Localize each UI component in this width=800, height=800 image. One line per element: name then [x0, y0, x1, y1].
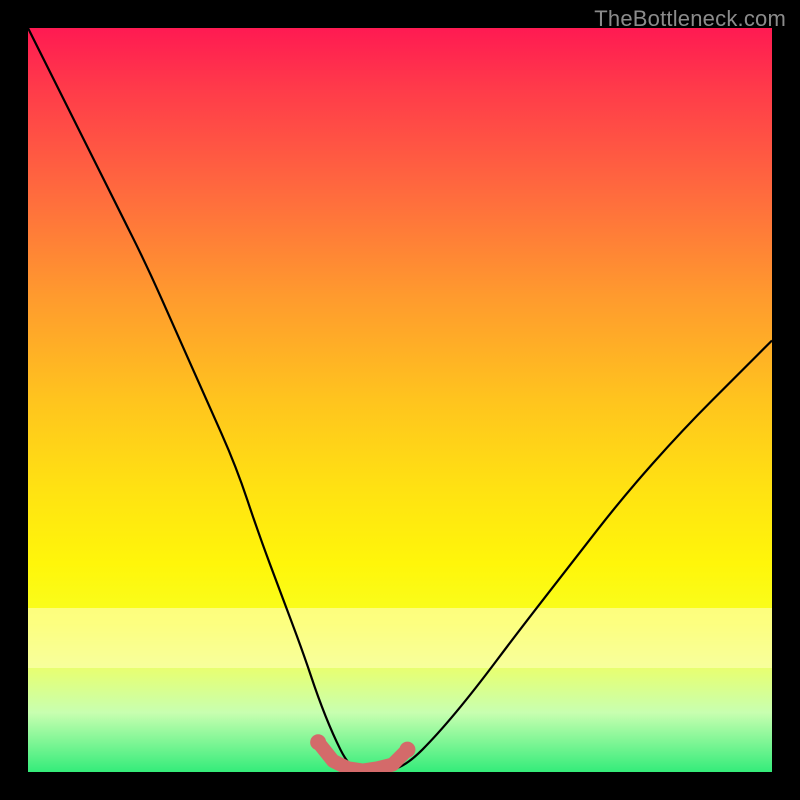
- plot-area: [28, 28, 772, 772]
- watermark-text: TheBottleneck.com: [594, 6, 786, 32]
- chart-svg: [28, 28, 772, 772]
- chart-frame: TheBottleneck.com: [0, 0, 800, 800]
- valley-marker: [318, 742, 407, 770]
- bottleneck-curve: [28, 28, 772, 772]
